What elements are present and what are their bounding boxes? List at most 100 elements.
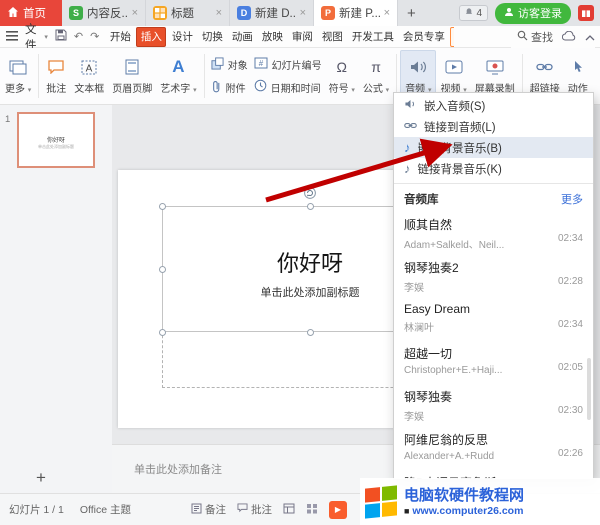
- site-watermark: 电脑软硬件教程网 ■ www.computer26.com: [360, 478, 600, 525]
- menu-tab-animation[interactable]: 动画: [228, 28, 256, 46]
- close-tab-icon[interactable]: ×: [216, 7, 222, 19]
- comments-toggle-button[interactable]: 批注: [237, 502, 272, 517]
- add-slide-button[interactable]: +: [36, 468, 46, 488]
- track-title: Easy Dream: [404, 302, 583, 316]
- menu-divider: [394, 183, 593, 184]
- close-tab-icon[interactable]: ×: [132, 7, 138, 19]
- selection-handle[interactable]: [159, 329, 166, 336]
- new-tab-button[interactable]: +: [398, 0, 425, 26]
- header-footer-label: 页眉页脚: [112, 80, 152, 95]
- close-tab-icon[interactable]: ×: [384, 7, 390, 19]
- rotate-handle[interactable]: [304, 187, 316, 202]
- music-note-link-icon: ♪: [404, 161, 411, 176]
- speaker-icon: [404, 98, 417, 113]
- track-item[interactable]: 阿维尼翁的反思 Alexander+A.+Rudd 02:26: [394, 425, 593, 468]
- formula-button[interactable]: π 公式 ▾: [359, 50, 393, 102]
- symbol-button[interactable]: Ω 符号 ▾: [325, 50, 359, 102]
- menu-tab-transition[interactable]: 切换: [198, 28, 226, 46]
- attachment-button[interactable]: 附件: [208, 79, 251, 97]
- notification-badge[interactable]: 4: [459, 5, 488, 21]
- menu-tab-view[interactable]: 视图: [318, 28, 346, 46]
- dropdown-scrollbar[interactable]: [587, 358, 591, 420]
- selection-handle[interactable]: [307, 203, 314, 210]
- menu-item-label: 嵌入背景音乐(B): [418, 140, 502, 156]
- more-layouts-button[interactable]: 更多 ▾: [1, 50, 35, 102]
- textbox-button[interactable]: A 文本框: [70, 50, 108, 102]
- more-label: 更多 ▾: [5, 80, 31, 95]
- document-tab-content[interactable]: S 内容反... ×: [62, 0, 146, 26]
- slide-thumbnail-1[interactable]: 你好呀 单击此处添加副标题: [17, 112, 95, 168]
- chevron-down-icon: ▾: [386, 87, 390, 94]
- more-link[interactable]: 更多: [561, 191, 583, 207]
- promo-gift-icon[interactable]: [578, 5, 594, 21]
- menu-tab-member[interactable]: 会员专享: [399, 28, 448, 46]
- textbox-icon: A: [81, 57, 97, 77]
- slide-sorter-view-icon[interactable]: [306, 503, 318, 517]
- menu-tab-slideshow[interactable]: 放映: [258, 28, 286, 46]
- track-duration: 02:34: [558, 233, 583, 244]
- notes-toggle-label: 备注: [205, 502, 226, 517]
- collapse-ribbon-icon[interactable]: [585, 30, 595, 44]
- datetime-label: 日期和时间: [271, 80, 321, 95]
- header-footer-button[interactable]: 页眉页脚: [108, 50, 156, 102]
- search-button[interactable]: 查找: [517, 29, 553, 45]
- comment-button[interactable]: 批注: [42, 50, 70, 102]
- bell-icon: [465, 7, 473, 19]
- comment-icon: [48, 57, 64, 77]
- track-duration: 02:26: [558, 448, 583, 459]
- normal-view-icon[interactable]: [283, 503, 295, 517]
- cloud-sync-icon[interactable]: [562, 30, 576, 44]
- datetime-button[interactable]: 日期和时间: [251, 78, 325, 96]
- menu-tab-review[interactable]: 审阅: [288, 28, 316, 46]
- theme-name[interactable]: Office 主题: [80, 502, 131, 517]
- symbol-label: 符号 ▾: [329, 80, 355, 95]
- logo-yellow-pane: [382, 501, 397, 517]
- ribbon-separator: [204, 54, 205, 98]
- svg-text:A: A: [86, 63, 93, 74]
- redo-icon[interactable]: ↷: [90, 30, 99, 43]
- guest-login-button[interactable]: 访客登录: [495, 3, 571, 24]
- object-button[interactable]: 对象: [208, 56, 251, 74]
- document-tab-presentation-active[interactable]: P 新建 P... ×: [314, 0, 398, 26]
- document-tab-doc[interactable]: D 新建 D... ×: [230, 0, 314, 26]
- track-item[interactable]: 顺其自然 Adam+Salkeld、Neil... 02:34: [394, 210, 593, 253]
- hamburger-menu-icon[interactable]: [6, 30, 18, 44]
- slide-number-button[interactable]: # 幻灯片编号: [251, 56, 325, 73]
- menu-tab-start[interactable]: 开始: [106, 28, 134, 46]
- menu-item-embed-audio[interactable]: 嵌入音频(S): [394, 95, 593, 116]
- menu-item-link-audio[interactable]: 链接到音频(L): [394, 116, 593, 137]
- selection-handle[interactable]: [159, 203, 166, 210]
- menu-tab-insert[interactable]: 插入: [136, 27, 166, 47]
- save-icon[interactable]: [55, 29, 67, 44]
- track-artist: 林澜叶: [404, 319, 583, 334]
- document-tab-title[interactable]: 标题 ×: [146, 0, 230, 26]
- track-item[interactable]: 超越一切 Christopher+E.+Haji... 02:05: [394, 339, 593, 382]
- slideshow-play-button[interactable]: ▶: [329, 501, 347, 519]
- audio-library-title: 音频库: [404, 191, 439, 207]
- notes-toggle-button[interactable]: 备注: [191, 502, 226, 517]
- thumb-subtitle-text: 单击此处添加副标题: [19, 144, 93, 150]
- menu-tab-devtools[interactable]: 开发工具: [348, 28, 397, 46]
- close-tab-icon[interactable]: ×: [300, 7, 306, 19]
- object-icon: [211, 57, 224, 73]
- ribbon-tab-strip: 开始 插入 设计 切换 动画 放映 审阅 视图 开发工具 会员专享 绘图工具 文…: [106, 27, 454, 47]
- slide-number-label: 幻灯片编号: [272, 57, 322, 72]
- menu-tab-drawing-tools[interactable]: 绘图工具: [450, 27, 454, 47]
- wordart-button[interactable]: A 艺术字 ▾: [156, 50, 200, 102]
- track-artist: Alexander+A.+Rudd: [404, 451, 583, 462]
- formula-label: 公式 ▾: [363, 80, 389, 95]
- menu-tab-design[interactable]: 设计: [168, 28, 196, 46]
- track-item[interactable]: 钢琴独奏 李娱 02:30: [394, 382, 593, 425]
- menu-item-embed-background-music[interactable]: ♪ 嵌入背景音乐(B): [394, 137, 593, 158]
- selection-handle[interactable]: [307, 329, 314, 336]
- menu-item-link-background-music[interactable]: ♪ 链接背景音乐(K): [394, 158, 593, 179]
- track-item[interactable]: 钢琴独奏2 李娱 02:28: [394, 253, 593, 296]
- thumb-title-text: 你好呀: [19, 135, 93, 144]
- track-item[interactable]: Easy Dream 林澜叶 02:34: [394, 296, 593, 339]
- wordart-label: 艺术字 ▾: [160, 80, 196, 95]
- slide-number: 1: [5, 114, 10, 125]
- undo-icon[interactable]: ↶: [74, 30, 83, 43]
- menu-item-label: 链接背景音乐(K): [418, 161, 502, 177]
- slide-number-icon: #: [254, 57, 268, 72]
- doc-file-icon: D: [237, 6, 251, 20]
